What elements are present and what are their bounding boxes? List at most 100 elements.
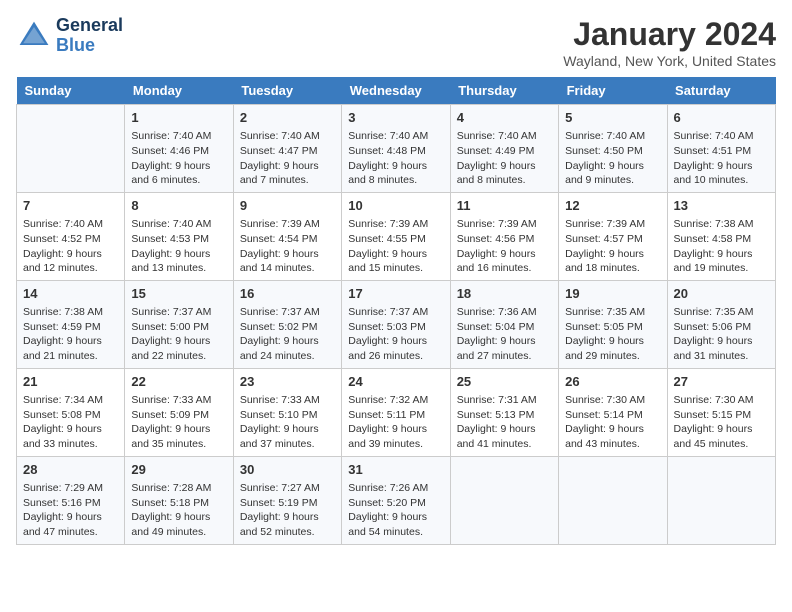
cell-info: Sunrise: 7:40 AMSunset: 4:49 PMDaylight:… [457, 129, 552, 188]
calendar-cell: 19 Sunrise: 7:35 AMSunset: 5:05 PMDayligh… [559, 280, 667, 368]
calendar-cell: 15Sunrise: 7:37 AMSunset: 5:00 PMDayligh… [125, 280, 233, 368]
calendar-cell: 20 Sunrise: 7:35 AMSunset: 5:06 PMDayligh… [667, 280, 775, 368]
calendar-cell: 26 Sunrise: 7:30 AMSunset: 5:14 PMDayligh… [559, 368, 667, 456]
calendar-cell: 22Sunrise: 7:33 AMSunset: 5:09 PMDayligh… [125, 368, 233, 456]
cell-info: Sunrise: 7:40 AMSunset: 4:47 PMDaylight:… [240, 129, 335, 188]
cell-info: Sunrise: 7:35 AMSunset: 5:06 PMDaylight:… [674, 305, 769, 364]
cell-info: Sunrise: 7:38 AMSunset: 4:58 PMDaylight:… [674, 217, 769, 276]
day-header-monday: Monday [125, 77, 233, 105]
cell-info: Sunrise: 7:39 AMSunset: 4:54 PMDaylight:… [240, 217, 335, 276]
calendar-cell: 28 Sunrise: 7:29 AMSunset: 5:16 PMDayligh… [17, 456, 125, 544]
title-block: January 2024 Wayland, New York, United S… [563, 16, 776, 69]
calendar-cell: 13 Sunrise: 7:38 AMSunset: 4:58 PMDayligh… [667, 192, 775, 280]
calendar-cell: 18 Sunrise: 7:36 AMSunset: 5:04 PMDayligh… [450, 280, 558, 368]
cell-info: Sunrise: 7:36 AMSunset: 5:04 PMDaylight:… [457, 305, 552, 364]
calendar-cell [450, 456, 558, 544]
date-number: 4 [457, 109, 552, 127]
week-row-5: 28 Sunrise: 7:29 AMSunset: 5:16 PMDayligh… [17, 456, 776, 544]
week-row-3: 14Sunrise: 7:38 AMSunset: 4:59 PMDayligh… [17, 280, 776, 368]
calendar-cell: 16 Sunrise: 7:37 AMSunset: 5:02 PMDayligh… [233, 280, 341, 368]
calendar-cell: 21Sunrise: 7:34 AMSunset: 5:08 PMDayligh… [17, 368, 125, 456]
cell-info: Sunrise: 7:35 AMSunset: 5:05 PMDaylight:… [565, 305, 660, 364]
calendar-cell: 14Sunrise: 7:38 AMSunset: 4:59 PMDayligh… [17, 280, 125, 368]
calendar-cell: 23 Sunrise: 7:33 AMSunset: 5:10 PMDayligh… [233, 368, 341, 456]
cell-info: Sunrise: 7:40 AMSunset: 4:48 PMDaylight:… [348, 129, 443, 188]
date-number: 18 [457, 285, 552, 303]
calendar-cell: 10 Sunrise: 7:39 AMSunset: 4:55 PMDayligh… [342, 192, 450, 280]
date-number: 31 [348, 461, 443, 479]
calendar-cell: 8 Sunrise: 7:40 AMSunset: 4:53 PMDaylight… [125, 192, 233, 280]
date-number: 29 [131, 461, 226, 479]
cell-info: Sunrise: 7:33 AMSunset: 5:09 PMDaylight:… [131, 393, 226, 452]
date-number: 5 [565, 109, 660, 127]
calendar-cell: 5 Sunrise: 7:40 AMSunset: 4:50 PMDaylight… [559, 105, 667, 193]
date-number: 16 [240, 285, 335, 303]
calendar-cell: 17Sunrise: 7:37 AMSunset: 5:03 PMDayligh… [342, 280, 450, 368]
cell-info: Sunrise: 7:39 AMSunset: 4:55 PMDaylight:… [348, 217, 443, 276]
cell-info: Sunrise: 7:26 AMSunset: 5:20 PMDaylight:… [348, 481, 443, 540]
date-number: 2 [240, 109, 335, 127]
cell-info: Sunrise: 7:40 AMSunset: 4:51 PMDaylight:… [674, 129, 769, 188]
logo-icon [16, 18, 52, 54]
day-header-saturday: Saturday [667, 77, 775, 105]
week-row-1: 1 Sunrise: 7:40 AMSunset: 4:46 PMDaylight… [17, 105, 776, 193]
calendar-cell: 25Sunrise: 7:31 AMSunset: 5:13 PMDayligh… [450, 368, 558, 456]
day-header-sunday: Sunday [17, 77, 125, 105]
calendar-cell [559, 456, 667, 544]
week-row-2: 7Sunrise: 7:40 AMSunset: 4:52 PMDaylight… [17, 192, 776, 280]
calendar-cell: 6Sunrise: 7:40 AMSunset: 4:51 PMDaylight… [667, 105, 775, 193]
day-header-thursday: Thursday [450, 77, 558, 105]
logo: General Blue [16, 16, 123, 56]
month-title: January 2024 [563, 16, 776, 53]
cell-info: Sunrise: 7:34 AMSunset: 5:08 PMDaylight:… [23, 393, 118, 452]
date-number: 20 [674, 285, 769, 303]
cell-info: Sunrise: 7:39 AMSunset: 4:56 PMDaylight:… [457, 217, 552, 276]
cell-info: Sunrise: 7:37 AMSunset: 5:00 PMDaylight:… [131, 305, 226, 364]
date-number: 28 [23, 461, 118, 479]
calendar-cell: 3 Sunrise: 7:40 AMSunset: 4:48 PMDaylight… [342, 105, 450, 193]
calendar-cell: 27Sunrise: 7:30 AMSunset: 5:15 PMDayligh… [667, 368, 775, 456]
cell-info: Sunrise: 7:27 AMSunset: 5:19 PMDaylight:… [240, 481, 335, 540]
cell-info: Sunrise: 7:40 AMSunset: 4:50 PMDaylight:… [565, 129, 660, 188]
cell-info: Sunrise: 7:40 AMSunset: 4:46 PMDaylight:… [131, 129, 226, 188]
cell-info: Sunrise: 7:37 AMSunset: 5:02 PMDaylight:… [240, 305, 335, 364]
date-number: 9 [240, 197, 335, 215]
calendar-cell [667, 456, 775, 544]
date-number: 8 [131, 197, 226, 215]
day-header-tuesday: Tuesday [233, 77, 341, 105]
date-number: 19 [565, 285, 660, 303]
date-number: 3 [348, 109, 443, 127]
calendar-cell: 2 Sunrise: 7:40 AMSunset: 4:47 PMDaylight… [233, 105, 341, 193]
cell-info: Sunrise: 7:30 AMSunset: 5:14 PMDaylight:… [565, 393, 660, 452]
date-number: 7 [23, 197, 118, 215]
calendar-cell: 24Sunrise: 7:32 AMSunset: 5:11 PMDayligh… [342, 368, 450, 456]
date-number: 30 [240, 461, 335, 479]
cell-info: Sunrise: 7:33 AMSunset: 5:10 PMDaylight:… [240, 393, 335, 452]
cell-info: Sunrise: 7:29 AMSunset: 5:16 PMDaylight:… [23, 481, 118, 540]
calendar-cell: 4 Sunrise: 7:40 AMSunset: 4:49 PMDaylight… [450, 105, 558, 193]
date-number: 17 [348, 285, 443, 303]
date-number: 26 [565, 373, 660, 391]
calendar-cell: 31 Sunrise: 7:26 AMSunset: 5:20 PMDayligh… [342, 456, 450, 544]
logo-text: General Blue [56, 16, 123, 56]
date-number: 23 [240, 373, 335, 391]
date-number: 25 [457, 373, 552, 391]
calendar-cell: 30 Sunrise: 7:27 AMSunset: 5:19 PMDayligh… [233, 456, 341, 544]
cell-info: Sunrise: 7:32 AMSunset: 5:11 PMDaylight:… [348, 393, 443, 452]
calendar-cell: 29Sunrise: 7:28 AMSunset: 5:18 PMDayligh… [125, 456, 233, 544]
calendar-cell: 11 Sunrise: 7:39 AMSunset: 4:56 PMDayligh… [450, 192, 558, 280]
date-number: 12 [565, 197, 660, 215]
header-row: SundayMondayTuesdayWednesdayThursdayFrid… [17, 77, 776, 105]
calendar-cell: 12 Sunrise: 7:39 AMSunset: 4:57 PMDayligh… [559, 192, 667, 280]
cell-info: Sunrise: 7:38 AMSunset: 4:59 PMDaylight:… [23, 305, 118, 364]
date-number: 10 [348, 197, 443, 215]
calendar-cell [17, 105, 125, 193]
calendar-cell: 7Sunrise: 7:40 AMSunset: 4:52 PMDaylight… [17, 192, 125, 280]
cell-info: Sunrise: 7:40 AMSunset: 4:53 PMDaylight:… [131, 217, 226, 276]
week-row-4: 21Sunrise: 7:34 AMSunset: 5:08 PMDayligh… [17, 368, 776, 456]
date-number: 11 [457, 197, 552, 215]
date-number: 13 [674, 197, 769, 215]
date-number: 1 [131, 109, 226, 127]
cell-info: Sunrise: 7:39 AMSunset: 4:57 PMDaylight:… [565, 217, 660, 276]
calendar-cell: 9 Sunrise: 7:39 AMSunset: 4:54 PMDaylight… [233, 192, 341, 280]
